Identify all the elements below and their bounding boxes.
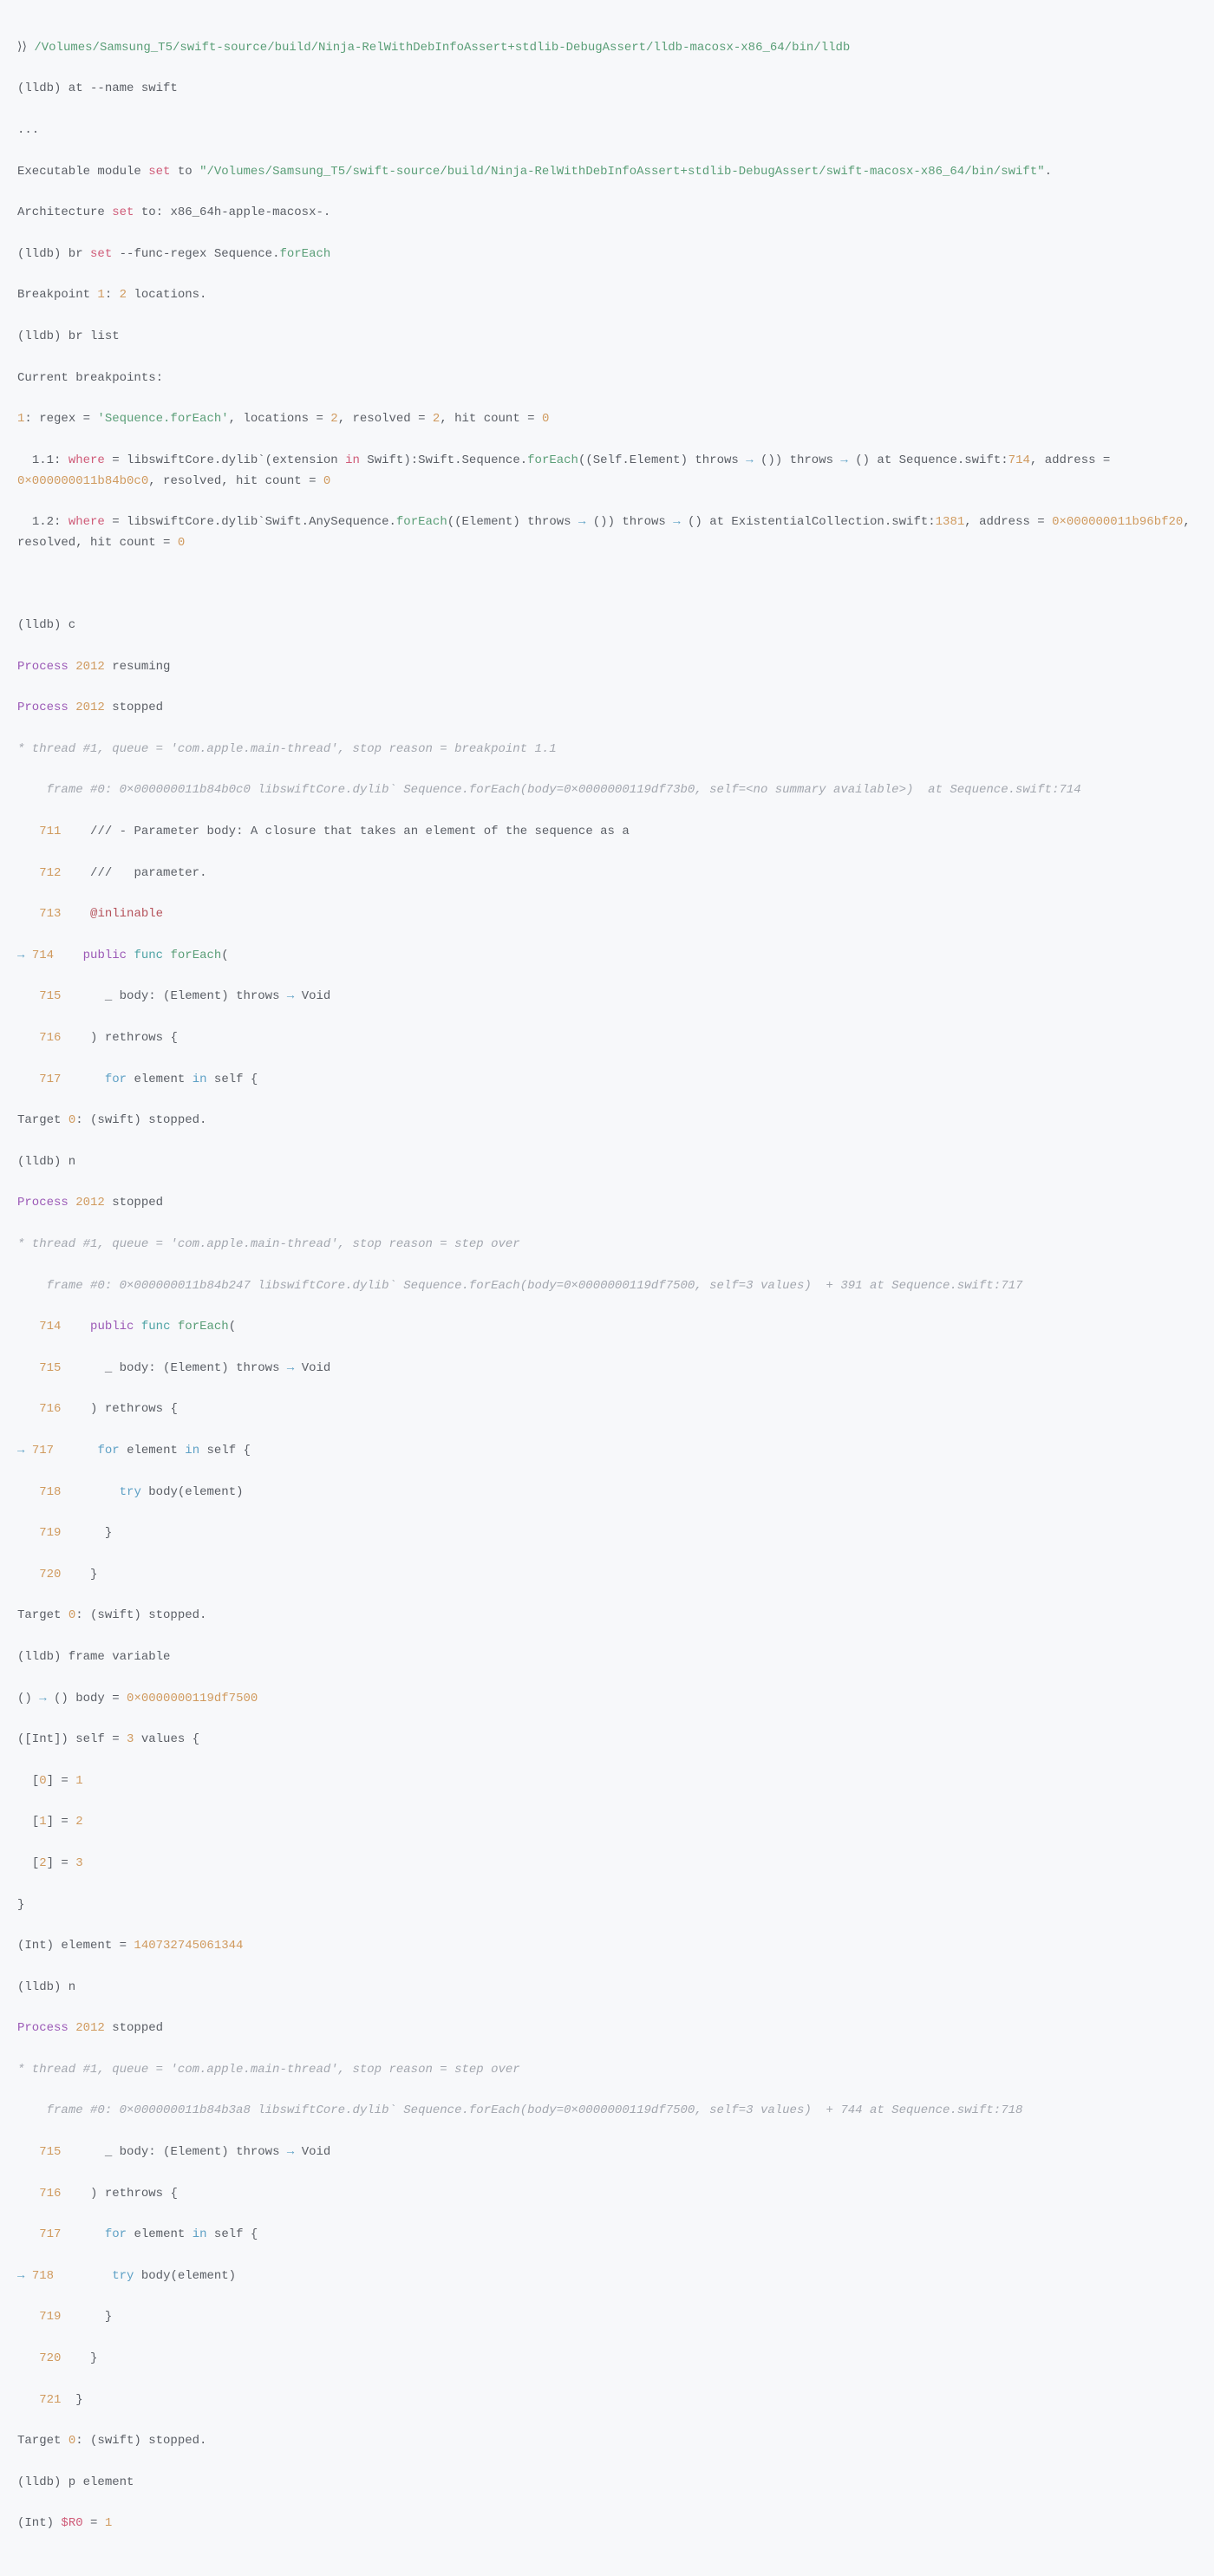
cmd-c: (lldb) c — [17, 616, 1197, 636]
src-716: 716 ) rethrows { — [17, 1028, 1197, 1049]
cmd-n-2: (lldb) n — [17, 1978, 1197, 1999]
src2-714: 714 public func forEach( — [17, 1317, 1197, 1338]
src2-716: 716 ) rethrows { — [17, 1399, 1197, 1420]
src3-721: 721 } — [17, 2390, 1197, 2411]
bp-1.1: 1.1: where = libswiftCore.dylib`(extensi… — [17, 451, 1197, 492]
src2-715: 715 _ body: (Element) throws → Void — [17, 1359, 1197, 1379]
src-715: 715 _ body: (Element) throws → Void — [17, 987, 1197, 1008]
src2-718: 718 try body(element) — [17, 1483, 1197, 1503]
proc-resuming: Process 2012 resuming — [17, 657, 1197, 678]
bp-1: 1: regex = 'Sequence.forEach', locations… — [17, 409, 1197, 430]
cmd-n-1: (lldb) n — [17, 1152, 1197, 1173]
target-stopped-3: Target 0: (swift) stopped. — [17, 2431, 1197, 2452]
target-stopped-1: Target 0: (swift) stopped. — [17, 1111, 1197, 1131]
terminal-output: ⟩⟩ /Volumes/Samsung_T5/swift-source/buil… — [0, 0, 1214, 2576]
src3-718: → 718 try body(element) — [17, 2266, 1197, 2287]
cmd-p-element: (lldb) p element — [17, 2473, 1197, 2494]
bp-count: Breakpoint 1: 2 locations. — [17, 285, 1197, 306]
thread-2: * thread #1, queue = 'com.apple.main-thr… — [17, 1235, 1197, 1255]
src2-717: → 717 for element in self { — [17, 1441, 1197, 1462]
thread-3: * thread #1, queue = 'com.apple.main-thr… — [17, 2060, 1197, 2081]
exec-module: Executable module set to "/Volumes/Samsu… — [17, 162, 1197, 183]
target-stopped-2: Target 0: (swift) stopped. — [17, 1606, 1197, 1627]
src-717: 717 for element in self { — [17, 1070, 1197, 1091]
src-713: 713 @inlinable — [17, 904, 1197, 925]
p-result: (Int) $R0 = 1 — [17, 2514, 1197, 2534]
proc-stopped-1: Process 2012 stopped — [17, 698, 1197, 719]
cmd-launch: ⟩⟩ /Volumes/Samsung_T5/swift-source/buil… — [17, 38, 1197, 59]
src-711: 711 /// - Parameter body: A closure that… — [17, 822, 1197, 843]
current-line-arrow: → — [17, 2269, 32, 2283]
cmd-br-set: (lldb) br set --func-regex Sequence.forE… — [17, 245, 1197, 265]
bp-1.2: 1.2: where = libswiftCore.dylib`Swift.An… — [17, 512, 1197, 554]
src3-716: 716 ) rethrows { — [17, 2184, 1197, 2205]
cmd-frame-var: (lldb) frame variable — [17, 1647, 1197, 1668]
frame-1: frame #0: 0×000000011b84b0c0 libswiftCor… — [17, 780, 1197, 801]
arch-set: Architecture set to: x86_64h-apple-macos… — [17, 203, 1197, 224]
current-line-arrow: → — [17, 1444, 32, 1458]
fv-body: () → () body = 0×0000000119df7500 — [17, 1689, 1197, 1710]
proc-stopped-3: Process 2012 stopped — [17, 2018, 1197, 2039]
fv-elem: (Int) element = 140732745061344 — [17, 1936, 1197, 1957]
fv-i1: [1] = 2 — [17, 1812, 1197, 1833]
frame-2: frame #0: 0×000000011b84b247 libswiftCor… — [17, 1276, 1197, 1297]
curr-bp: Current breakpoints: — [17, 368, 1197, 389]
fv-i2: [2] = 3 — [17, 1854, 1197, 1875]
src2-719: 719 } — [17, 1523, 1197, 1544]
current-line-arrow: → — [17, 949, 32, 962]
blank — [17, 575, 1197, 596]
thread-1: * thread #1, queue = 'com.apple.main-thr… — [17, 740, 1197, 760]
fv-self: ([Int]) self = 3 values { — [17, 1730, 1197, 1751]
fv-i0: [0] = 1 — [17, 1771, 1197, 1792]
src3-719: 719 } — [17, 2307, 1197, 2328]
src3-717: 717 for element in self { — [17, 2225, 1197, 2246]
frame-3: frame #0: 0×000000011b84b3a8 libswiftCor… — [17, 2101, 1197, 2122]
fv-close: } — [17, 1895, 1197, 1916]
cmd-at: (lldb) at --name swift — [17, 79, 1197, 100]
src3-720: 720 } — [17, 2349, 1197, 2370]
ellipsis: ... — [17, 121, 1197, 141]
src-712: 712 /// parameter. — [17, 864, 1197, 884]
src2-720: 720 } — [17, 1565, 1197, 1586]
cmd-br-list: (lldb) br list — [17, 327, 1197, 348]
src3-715: 715 _ body: (Element) throws → Void — [17, 2142, 1197, 2163]
proc-stopped-2: Process 2012 stopped — [17, 1193, 1197, 1214]
src-714: → 714 public func forEach( — [17, 946, 1197, 967]
